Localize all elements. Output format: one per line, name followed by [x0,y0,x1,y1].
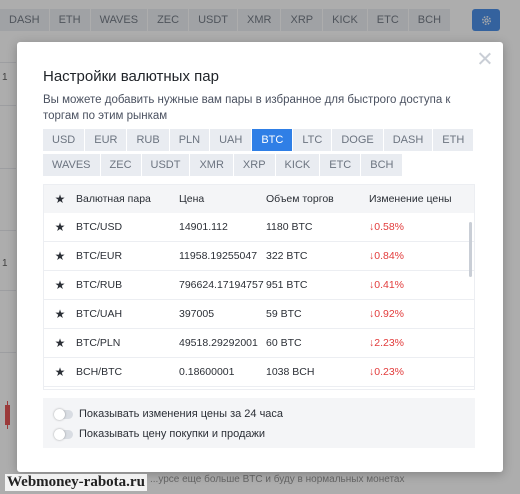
pair-name: BTC/USD [76,221,123,233]
favorite-star-icon[interactable]: ★ [55,337,66,349]
modal-description: Вы можете добавить нужные вам пары в изб… [43,94,451,122]
currency-tab-pln[interactable]: PLN [169,129,210,151]
currency-tab-usdt[interactable]: USDT [141,154,190,176]
table-row[interactable]: ★ BTC/EUR 11958.19255047 322 BTC ↓0.84% [44,242,474,271]
pair-name: BTC/PLN [76,337,121,349]
favorite-star-icon[interactable]: ★ [55,308,66,320]
pair-volume: 59 BTC [266,308,302,320]
currency-tab-bch[interactable]: BCH [361,154,403,176]
table-header: ★ Валютная пара Цена Объем торгов Измене… [44,185,474,213]
pair-change: ↓0.41% [369,279,405,291]
pair-change: ↓0.58% [369,221,405,233]
currency-tab-kick[interactable]: KICK [275,154,320,176]
currency-tab-zec[interactable]: ZEC [100,154,141,176]
currency-filter-row-2: WAVES ZEC USDT XMR XRP KICK ETC BCH [43,154,403,176]
pair-volume: 1038 BCH [266,366,315,378]
table-row[interactable]: ★ BTC/PLN 49518.29292001 60 BTC ↓2.23% [44,329,474,358]
pair-price: 397005 [179,308,215,320]
pair-volume: 322 BTC [266,250,308,262]
table-row[interactable]: ★ BTC/UAH 397005 59 BTC ↓0.92% [44,300,474,329]
close-icon[interactable] [477,51,493,67]
pair-volume: 60 BTC [266,337,302,349]
pair-price: 14901.112 [179,221,228,233]
favorite-star-icon[interactable]: ★ [55,279,66,291]
currency-tab-btc[interactable]: BTC [252,129,293,151]
currency-tab-dash[interactable]: DASH [383,129,433,151]
currency-tab-uah[interactable]: UAH [210,129,252,151]
favorite-star-icon[interactable]: ★ [55,250,66,262]
currency-tab-eth[interactable]: ETH [433,129,474,151]
modal-title: Настройки валютных пар [43,68,219,85]
currency-tab-usd[interactable]: USD [43,129,85,151]
pair-name: BCH/BTC [76,366,123,378]
currency-filter-row-1: USD EUR RUB PLN UAH BTC LTC DOGE DASH ET… [43,129,474,151]
star-icon: ★ [54,192,66,206]
toggle-label: Показывать изменения цены за 24 часа [79,408,284,420]
header-pair: Валютная пара [76,193,151,205]
pair-volume: 1180 BTC [266,221,313,233]
toggle-price-change-24h[interactable]: Показывать изменения цены за 24 часа [54,408,284,420]
pair-name: BTC/RUB [76,279,123,291]
pair-change: ↓0.84% [369,250,405,262]
header-star: ★ [44,193,76,205]
header-volume: Объем торгов [266,193,334,205]
pair-change: ↓0.23% [369,366,405,378]
pair-price: 796624.17194757 [179,279,264,291]
header-change: Изменение цены [369,193,452,205]
header-price: Цена [179,193,205,205]
pair-change: ↓0.92% [369,308,405,320]
table-row[interactable]: ★ BTC/RUB 796624.17194757 951 BTC ↓0.41% [44,271,474,300]
pair-name: BTC/UAH [76,308,123,320]
display-options-panel: Показывать изменения цены за 24 часа Пок… [43,398,475,448]
favorite-star-icon[interactable]: ★ [55,221,66,233]
toggle-label: Показывать цену покупки и продажи [79,428,266,440]
currency-tab-xmr[interactable]: XMR [190,154,233,176]
favorite-star-icon[interactable]: ★ [55,366,66,378]
table-row[interactable]: ★ BCH/BTC 0.18600001 1038 BCH ↓0.23% [44,358,474,387]
toggle-switch[interactable] [54,428,73,440]
pair-settings-modal: Настройки валютных пар Вы можете добавит… [17,42,503,472]
toggle-switch[interactable] [54,408,73,420]
currency-tab-ltc[interactable]: LTC [293,129,332,151]
pair-price: 49518.29292001 [179,337,258,349]
toggle-buy-sell-price[interactable]: Показывать цену покупки и продажи [54,428,266,440]
currency-tab-xrp[interactable]: XRP [233,154,275,176]
table-scrollbar[interactable] [469,222,472,277]
pair-change: ↓2.23% [369,337,405,349]
watermark: Webmoney-rabota.ru [5,474,147,491]
pair-price: 0.18600001 [179,366,235,378]
currency-tab-rub[interactable]: RUB [127,129,169,151]
table-row[interactable]: ★ BTC/USD 14901.112 1180 BTC ↓0.58% [44,213,474,242]
pair-price: 11958.19255047 [179,250,258,262]
currency-tab-doge[interactable]: DOGE [332,129,383,151]
pairs-table: ★ Валютная пара Цена Объем торгов Измене… [43,184,475,390]
pair-name: BTC/EUR [76,250,123,262]
pair-volume: 951 BTC [266,279,308,291]
currency-tab-eur[interactable]: EUR [85,129,127,151]
currency-tab-etc[interactable]: ETC [320,154,361,176]
currency-tab-waves[interactable]: WAVES [43,154,100,176]
